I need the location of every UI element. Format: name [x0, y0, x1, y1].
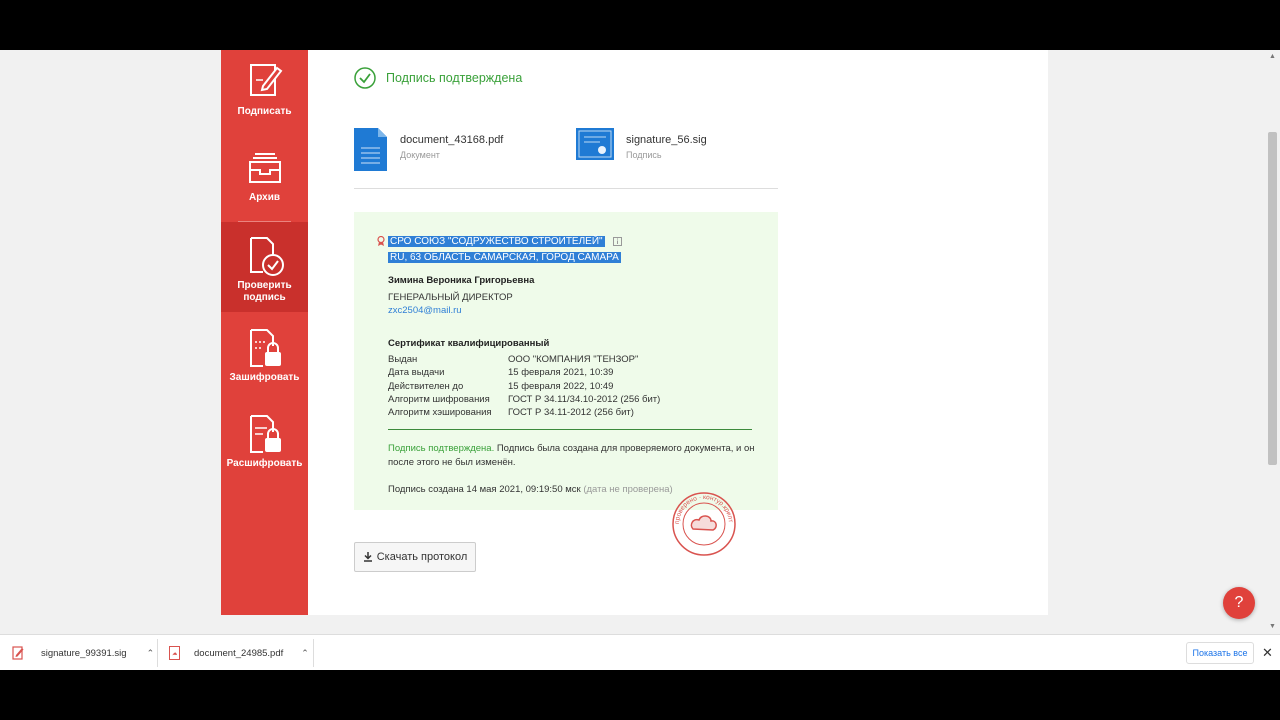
content-card: Подписать Архив Проверить подпись Зашифр… [221, 50, 1048, 615]
sidebar-item-label: Проверить подпись [237, 280, 292, 303]
organization-name: СРО СОЮЗ "СОДРУЖЕСТВО СТРОИТЕЛЕЙ" [388, 236, 605, 247]
detail-key: Дата выдачи [388, 367, 445, 379]
detail-row: Алгоритм шифрования ГОСТ Р 34.11/34.10-20… [388, 394, 660, 407]
sidebar-item-label: Зашифровать [229, 372, 300, 383]
download-separator [157, 639, 158, 667]
detail-value: 15 февраля 2022, 10:49 [508, 380, 614, 392]
ribbon-icon [377, 236, 385, 246]
certificate-owner[interactable]: СРО СОЮЗ "СОДРУЖЕСТВО СТРОИТЕЛЕЙ" RU, 63… [388, 234, 623, 266]
signer-email[interactable]: zxc2504@mail.ru [388, 305, 462, 316]
file-document[interactable]: document_43168.pdf Документ [354, 128, 503, 171]
sidebar-item-archive[interactable]: Архив [221, 136, 308, 216]
certificate-panel: СРО СОЮЗ "СОДРУЖЕСТВО СТРОИТЕЛЕЙ" RU, 63… [354, 212, 778, 510]
signer-name: Зимина Вероника Григорьевна [388, 275, 535, 286]
info-icon[interactable] [613, 236, 623, 246]
sidebar-item-decrypt[interactable]: Расшифровать [221, 406, 308, 486]
file-type: Документ [400, 150, 440, 160]
download-separator [313, 639, 314, 667]
verification-note-status: Подпись подтверждена. [388, 443, 495, 454]
help-button[interactable]: ? [1223, 587, 1255, 619]
file-name: signature_56.sig [626, 134, 707, 146]
close-icon[interactable]: ✕ [1262, 645, 1273, 661]
detail-value: ООО "КОМПАНИЯ "ТЕНЗОР" [508, 354, 639, 365]
verification-note: Подпись подтверждена. Подпись была созда… [388, 442, 758, 470]
file-signature[interactable]: signature_56.sig Подпись [576, 128, 707, 160]
download-item-name: signature_99391.sig [41, 647, 127, 659]
verification-status: Подпись подтверждена [354, 67, 522, 89]
detail-row: Алгоритм хэширования ГОСТ Р 34.11-2012 (2… [388, 407, 660, 420]
chevron-up-icon[interactable]: ⌃ [147, 648, 155, 659]
organization-location: RU, 63 ОБЛАСТЬ САМАРСКАЯ, ГОРОД САМАРА [388, 252, 621, 263]
verify-icon [249, 237, 284, 276]
signature-file-icon [12, 646, 24, 660]
detail-key: Выдан [388, 354, 418, 365]
sidebar-item-label: Архив [248, 192, 281, 203]
sign-icon [249, 64, 282, 96]
detail-value: ГОСТ Р 34.11-2012 (256 бит) [508, 407, 634, 419]
certificate-file-icon [576, 128, 614, 160]
decrypt-icon [249, 415, 281, 453]
certificate-divider [388, 429, 752, 430]
scroll-thumb[interactable] [1268, 132, 1277, 465]
detail-key: Алгоритм шифрования [388, 393, 490, 405]
section-divider [354, 188, 778, 189]
scroll-down-icon[interactable]: ▼ [1269, 623, 1276, 630]
download-bar: signature_99391.sig ⌃ document_24985.pdf… [0, 634, 1280, 670]
detail-row: Действителен до 15 февраля 2022, 10:49 [388, 381, 660, 394]
show-all-downloads-button[interactable]: Показать все [1186, 642, 1254, 664]
date-unverified-note: (дата не проверена) [583, 484, 673, 495]
sidebar-item-label: Расшифровать [226, 458, 303, 469]
scroll-up-icon[interactable]: ▲ [1269, 53, 1276, 60]
sidebar-item-verify[interactable]: Проверить подпись [221, 222, 308, 312]
sidebar: Подписать Архив Проверить подпись Зашифр… [221, 50, 308, 615]
download-item[interactable]: signature_99391.sig ⌃ [12, 635, 154, 671]
sidebar-item-encrypt[interactable]: Зашифровать [221, 320, 308, 400]
status-text: Подпись подтверждена [386, 71, 523, 85]
chevron-up-icon[interactable]: ⌃ [301, 648, 309, 659]
certificate-title: Сертификат квалифицированный [388, 338, 550, 349]
detail-key: Алгоритм хэширования [388, 407, 492, 419]
download-item-name: document_24985.pdf [194, 647, 284, 659]
check-circle-icon [354, 67, 376, 89]
signer-role: ГЕНЕРАЛЬНЫЙ ДИРЕКТОР [388, 292, 513, 303]
download-item[interactable]: document_24985.pdf ⌃ [169, 635, 309, 671]
pdf-file-icon [169, 646, 180, 660]
signature-created: Подпись создана 14 мая 2021, 09:19:50 мс… [388, 484, 673, 495]
file-type: Подпись [626, 150, 662, 160]
help-label: ? [1234, 594, 1244, 611]
detail-value: 15 февраля 2021, 10:39 [508, 367, 614, 379]
detail-row: Дата выдачи 15 февраля 2021, 10:39 [388, 367, 660, 380]
download-protocol-label: Скачать протокол [376, 551, 468, 563]
download-protocol-button[interactable]: Скачать протокол [354, 542, 476, 572]
verified-stamp: проверено · контур.крипто [671, 491, 736, 556]
sidebar-item-label: Подписать [237, 106, 292, 117]
detail-row: Выдан ООО "КОМПАНИЯ "ТЕНЗОР" [388, 354, 660, 367]
document-file-icon [354, 128, 387, 171]
main-content: Подпись подтверждена document_43168.pdf … [308, 50, 1048, 615]
detail-key: Действителен до [388, 380, 464, 392]
encrypt-icon [249, 329, 281, 367]
download-icon [363, 552, 372, 562]
certificate-details: Выдан ООО "КОМПАНИЯ "ТЕНЗОР" Дата выдачи 1… [388, 354, 660, 420]
scrollbar[interactable]: ▲ ▼ [1265, 50, 1280, 634]
page-viewport: Подписать Архив Проверить подпись Зашифр… [0, 50, 1280, 634]
file-name: document_43168.pdf [400, 134, 504, 146]
sidebar-item-sign[interactable]: Подписать [221, 50, 308, 130]
archive-icon [248, 153, 281, 183]
detail-value: ГОСТ Р 34.11/34.10-2012 (256 бит) [508, 393, 661, 405]
signature-created-date: Подпись создана 14 мая 2021, 09:19:50 мс… [388, 484, 581, 495]
